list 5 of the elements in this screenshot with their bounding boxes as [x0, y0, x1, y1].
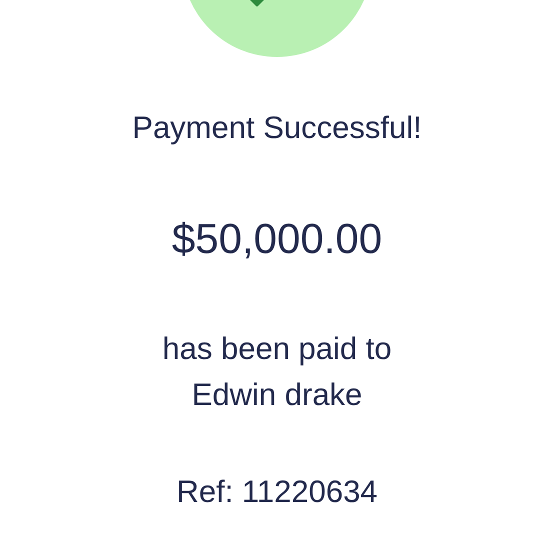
amount-text: $50,000.00	[172, 214, 382, 264]
reference-number: Ref: 11220634	[176, 473, 378, 511]
message-line: has been paid to	[162, 330, 392, 368]
status-title: Payment Successful!	[132, 109, 422, 147]
message-line: Edwin drake	[192, 376, 362, 414]
